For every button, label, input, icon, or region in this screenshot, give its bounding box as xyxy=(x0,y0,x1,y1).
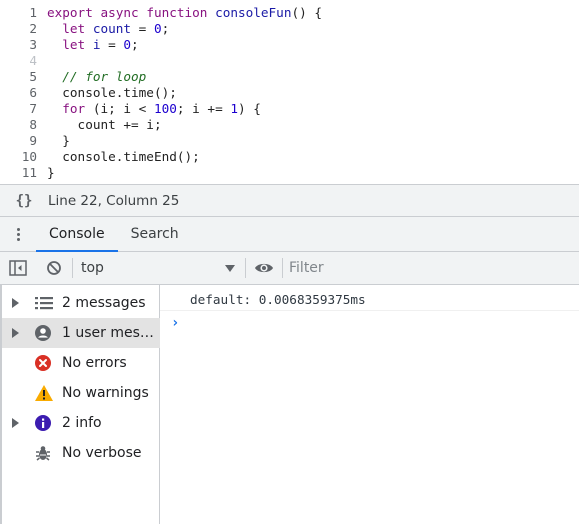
line-number[interactable]: 10 xyxy=(0,149,37,165)
code-token: consoleFun xyxy=(215,5,292,20)
tab-console[interactable]: Console xyxy=(36,217,118,252)
code-token: ; xyxy=(131,37,139,52)
code-token: () { xyxy=(291,5,323,20)
line-number[interactable]: 5 xyxy=(0,69,37,85)
drawer-tab-bar: Console Search xyxy=(0,217,579,252)
code-token: for xyxy=(62,101,86,116)
code-token: console.time(); xyxy=(47,85,177,100)
code-token: 100 xyxy=(153,101,177,116)
code-token: // for loop xyxy=(62,69,147,84)
code-token: function xyxy=(146,5,208,20)
context-value: top xyxy=(81,260,104,276)
line-number[interactable]: 3 xyxy=(0,37,37,53)
code-token: count += i; xyxy=(47,117,162,132)
code-token: 0 xyxy=(153,21,162,36)
code-token: export xyxy=(47,5,93,20)
sidebar-item-label: 2 info xyxy=(62,415,102,431)
code-token: = xyxy=(100,37,124,52)
more-options-icon[interactable] xyxy=(0,217,36,251)
code-token: 0 xyxy=(123,37,132,52)
line-number[interactable]: 4 xyxy=(0,53,37,69)
bug-icon xyxy=(34,444,62,462)
sidebar-item[interactable]: No warnings xyxy=(2,378,160,408)
code-line[interactable]: 11} xyxy=(0,165,579,181)
code-line[interactable]: 4 xyxy=(0,53,579,69)
console-messages[interactable]: default: 0.0068359375ms › xyxy=(160,285,579,524)
code-token: (i; i < xyxy=(85,101,154,116)
sidebar-item[interactable]: 2 info xyxy=(2,408,160,438)
code-line[interactable]: 8 count += i; xyxy=(0,117,579,133)
sidebar-item-label: No warnings xyxy=(62,385,149,401)
sidebar-item[interactable]: No errors xyxy=(2,348,160,378)
console-sidebar: 2 messages 1 user mes… No errors No warning… xyxy=(0,285,160,524)
code-token: ; xyxy=(161,21,170,36)
filter-input[interactable] xyxy=(289,256,579,280)
code-line[interactable]: 3 let i = 0; xyxy=(0,37,579,53)
sidebar-toggle-icon[interactable] xyxy=(0,252,36,285)
list-icon xyxy=(34,296,62,310)
code-token: 1 xyxy=(230,101,238,116)
cursor-position: Line 22, Column 25 xyxy=(48,192,180,209)
user-icon xyxy=(34,324,62,342)
line-number[interactable]: 2 xyxy=(0,21,37,37)
console-message: default: 0.0068359375ms xyxy=(160,289,579,311)
pretty-print-button[interactable]: {} xyxy=(0,193,48,209)
editor-status-bar: {} Line 22, Column 25 xyxy=(0,184,579,217)
code-line[interactable]: 5 // for loop xyxy=(0,69,579,85)
code-token: ; i += xyxy=(176,101,231,116)
line-number[interactable]: 11 xyxy=(0,165,37,181)
console-prompt-icon[interactable]: › xyxy=(171,315,179,331)
expand-arrow-icon[interactable] xyxy=(2,418,28,428)
code-token: let xyxy=(62,37,86,52)
sidebar-item[interactable]: No verbose xyxy=(2,438,160,468)
code-line[interactable]: 6 console.time(); xyxy=(0,85,579,101)
line-number[interactable]: 1 xyxy=(0,5,37,21)
code-token: = xyxy=(131,21,154,36)
error-icon xyxy=(34,354,62,372)
code-line[interactable]: 9 } xyxy=(0,133,579,149)
sidebar-item-label: No errors xyxy=(62,355,127,371)
console-toolbar: top xyxy=(0,252,579,285)
code-token: } xyxy=(47,165,55,180)
warning-icon xyxy=(34,384,62,402)
expand-arrow-icon[interactable] xyxy=(2,328,28,338)
code-token: count xyxy=(92,21,132,36)
code-line[interactable]: 10 console.timeEnd(); xyxy=(0,149,579,165)
line-number[interactable]: 6 xyxy=(0,85,37,101)
code-token: } xyxy=(47,133,70,148)
code-editor[interactable]: 1 export async function consoleFun() {2 l… xyxy=(0,0,579,184)
sidebar-item-label: 1 user mes… xyxy=(62,325,154,341)
tab-search[interactable]: Search xyxy=(118,217,192,251)
line-number[interactable]: 7 xyxy=(0,101,37,117)
info-icon xyxy=(34,414,62,432)
code-line[interactable]: 2 let count = 0; xyxy=(0,21,579,37)
chevron-down-icon xyxy=(225,264,235,272)
expand-arrow-icon[interactable] xyxy=(2,298,28,308)
sidebar-item[interactable]: 2 messages xyxy=(2,288,160,318)
code-line[interactable]: 1 export async function consoleFun() { xyxy=(0,5,579,21)
code-token: async xyxy=(100,5,139,20)
live-expression-eye-icon[interactable] xyxy=(246,252,282,285)
clear-console-icon[interactable] xyxy=(36,252,72,285)
line-number[interactable]: 9 xyxy=(0,133,37,149)
line-number[interactable]: 8 xyxy=(0,117,37,133)
sidebar-item[interactable]: 1 user mes… xyxy=(2,318,160,348)
sidebar-item-label: 2 messages xyxy=(62,295,146,311)
code-token: let xyxy=(62,21,86,36)
context-selector[interactable]: top xyxy=(73,252,245,285)
filter-container xyxy=(283,252,579,285)
code-token: console.timeEnd(); xyxy=(47,149,200,164)
sidebar-item-label: No verbose xyxy=(62,445,142,461)
code-token: ) { xyxy=(238,101,261,116)
code-line[interactable]: 7 for (i; i < 100; i += 1) { xyxy=(0,101,579,117)
